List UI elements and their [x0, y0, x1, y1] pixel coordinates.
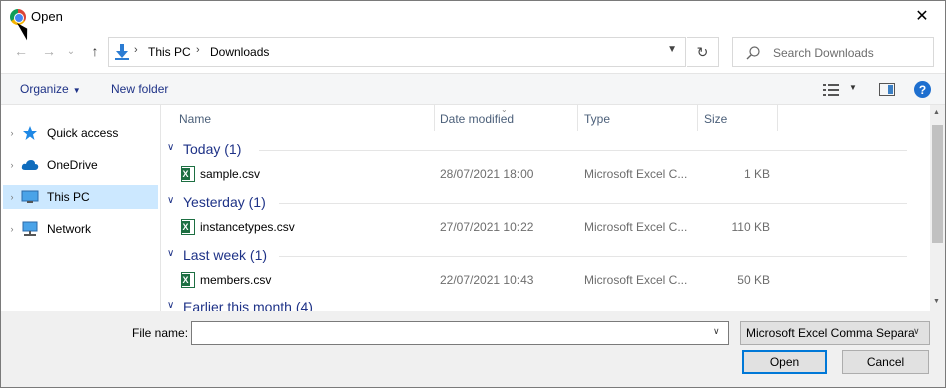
breadcrumb-separator: ›: [196, 44, 200, 56]
preview-pane-icon[interactable]: [879, 83, 895, 96]
collapse-chevron-icon[interactable]: ∨: [167, 248, 174, 259]
column-header-type[interactable]: Type: [578, 105, 698, 131]
navigation-pane: › Quick access › OneDrive › This PC › Ne…: [1, 105, 161, 311]
sort-indicator-icon: ⌄: [501, 105, 508, 114]
command-toolbar: Organize ▼ New folder ▼ ?: [1, 73, 945, 105]
open-button[interactable]: Open: [742, 350, 827, 374]
excel-csv-file-icon: [181, 272, 195, 288]
caret-down-icon: ▼: [72, 86, 81, 95]
group-divider: [279, 203, 907, 204]
file-row[interactable]: members.csv 22/07/2021 10:43 Microsoft E…: [161, 269, 901, 291]
vertical-scrollbar[interactable]: ▲ ▼: [930, 105, 945, 311]
sidebar-item-label: Quick access: [47, 126, 119, 140]
breadcrumb-downloads[interactable]: Downloads: [210, 45, 269, 59]
group-label: Earlier this month (4): [183, 299, 313, 311]
expand-chevron-icon[interactable]: ›: [3, 224, 21, 234]
refresh-icon[interactable]: ↻: [687, 37, 719, 67]
scroll-up-arrow-icon[interactable]: ▲: [933, 109, 940, 116]
excel-csv-file-icon: [181, 219, 195, 235]
star-icon: [21, 125, 39, 141]
sidebar-item-label: Network: [47, 222, 92, 236]
computer-icon: [21, 189, 39, 205]
file-name: instancetypes.csv: [200, 220, 295, 234]
new-folder-button[interactable]: New folder: [111, 82, 168, 96]
sidebar-item-network[interactable]: › Network: [3, 217, 158, 241]
group-header-today[interactable]: ∨ Today (1): [167, 139, 907, 161]
sidebar-item-label: OneDrive: [47, 158, 98, 172]
file-type-filter-select[interactable]: Microsoft Excel Comma Separa: [740, 321, 930, 345]
up-arrow-icon[interactable]: ↑: [85, 41, 105, 61]
window-title: Open: [31, 9, 63, 24]
change-view-icon[interactable]: [823, 83, 839, 97]
expand-chevron-icon[interactable]: ›: [3, 160, 21, 170]
collapse-chevron-icon[interactable]: ∨: [167, 300, 174, 311]
file-list: Name Date modified ⌄ Type Size ∨ Today (…: [161, 105, 945, 311]
sidebar-item-quick-access[interactable]: › Quick access: [3, 121, 158, 145]
file-row[interactable]: sample.csv 28/07/2021 18:00 Microsoft Ex…: [161, 163, 901, 185]
file-type: Microsoft Excel C...: [584, 167, 688, 181]
file-name: members.csv: [200, 273, 272, 287]
scrollbar-thumb[interactable]: [932, 125, 943, 243]
group-label: Last week (1): [183, 247, 268, 263]
group-header-earlier-this-month[interactable]: ∨ Earlier this month (4): [167, 297, 907, 311]
breadcrumb-separator: ›: [134, 44, 138, 56]
view-options-caret-icon[interactable]: ▼: [849, 83, 857, 92]
file-row[interactable]: instancetypes.csv 27/07/2021 10:22 Micro…: [161, 216, 901, 238]
cancel-button[interactable]: Cancel: [842, 350, 929, 374]
expand-chevron-icon[interactable]: ›: [3, 128, 21, 138]
group-header-last-week[interactable]: ∨ Last week (1): [167, 245, 907, 267]
cloud-icon: [21, 157, 39, 173]
address-history-chevron-icon[interactable]: ▼: [667, 44, 677, 55]
group-divider: [279, 256, 907, 257]
file-size: 50 KB: [737, 273, 770, 287]
file-name-label: File name:: [132, 326, 189, 340]
column-header-name[interactable]: Name: [161, 105, 435, 131]
close-button[interactable]: ✕: [899, 1, 945, 31]
expand-chevron-icon[interactable]: ›: [3, 192, 21, 202]
search-icon: [746, 46, 760, 60]
search-placeholder: Search Downloads: [773, 46, 874, 60]
address-bar[interactable]: › This PC › Downloads ▼: [108, 37, 686, 67]
filter-dropdown-icon[interactable]: ∨: [913, 326, 941, 337]
collapse-chevron-icon[interactable]: ∨: [167, 142, 174, 153]
organize-button[interactable]: Organize ▼: [20, 82, 81, 96]
network-icon: [21, 221, 39, 237]
file-size: 110 KB: [731, 220, 770, 234]
sidebar-item-onedrive[interactable]: › OneDrive: [3, 153, 158, 177]
file-type-filter-value: Microsoft Excel Comma Separa: [746, 326, 915, 340]
recent-locations-chevron-icon[interactable]: ⌄: [61, 41, 81, 61]
file-type: Microsoft Excel C...: [584, 273, 688, 287]
file-name-input[interactable]: [191, 321, 729, 345]
excel-csv-file-icon: [181, 166, 195, 182]
group-header-yesterday[interactable]: ∨ Yesterday (1): [167, 192, 907, 214]
help-icon[interactable]: ?: [914, 81, 931, 98]
group-divider: [259, 150, 907, 151]
forward-arrow-icon[interactable]: →: [39, 41, 59, 61]
file-name-area: File name: ∨ Microsoft Excel Comma Separ…: [1, 311, 945, 387]
column-header-date-modified[interactable]: Date modified: [422, 105, 578, 131]
back-arrow-icon[interactable]: ←: [11, 41, 31, 61]
file-size: 1 KB: [743, 167, 770, 181]
open-dialog: Open ✕ ← → ⌄ ↑ › This PC › Downloads ▼ ↻: [0, 0, 946, 388]
sidebar-item-this-pc[interactable]: › This PC: [3, 185, 158, 209]
file-type: Microsoft Excel C...: [584, 220, 688, 234]
downloads-folder-icon: [115, 44, 129, 60]
collapse-chevron-icon[interactable]: ∨: [167, 195, 174, 206]
group-label: Yesterday (1): [183, 194, 266, 210]
file-date: 28/07/2021 18:00: [440, 167, 534, 181]
scroll-down-arrow-icon[interactable]: ▼: [933, 298, 940, 305]
group-label: Today (1): [183, 141, 242, 157]
file-name: sample.csv: [200, 167, 261, 181]
title-bar: Open ✕: [1, 1, 945, 31]
breadcrumb-this-pc[interactable]: This PC: [148, 45, 191, 59]
file-date: 22/07/2021 10:43: [440, 273, 534, 287]
search-box[interactable]: Search Downloads: [732, 37, 934, 67]
column-header-size[interactable]: Size: [698, 105, 778, 131]
sidebar-item-label: This PC: [47, 190, 90, 204]
file-date: 27/07/2021 10:22: [440, 220, 534, 234]
navigation-bar: ← → ⌄ ↑ › This PC › Downloads ▼ ↻ Search…: [1, 33, 945, 71]
organize-label: Organize: [20, 82, 69, 96]
